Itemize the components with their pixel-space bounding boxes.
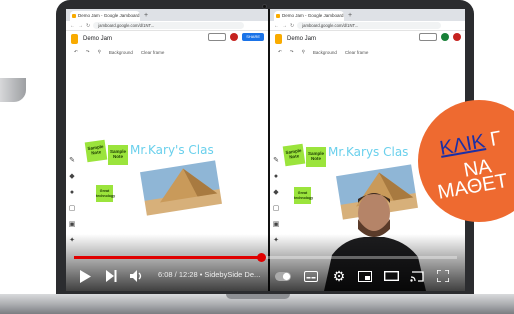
pyramid-image[interactable] — [138, 159, 224, 217]
volume-icon — [130, 270, 142, 282]
badge-line-1: ΚΛΙΚ Γ — [438, 127, 503, 160]
undo-icon[interactable]: ↶ — [278, 49, 282, 55]
address-bar-row: ← → ↻ jamboard.google.com/d/1NT... — [66, 21, 268, 31]
avatar[interactable] — [230, 33, 239, 41]
reload-icon[interactable]: ↻ — [86, 23, 90, 29]
eraser-icon[interactable]: ◆ — [69, 173, 74, 180]
play-button[interactable] — [76, 265, 94, 287]
sticky-note[interactable]: Great technology — [96, 185, 115, 202]
header-actions — [419, 33, 461, 41]
theater-button[interactable] — [382, 265, 400, 287]
volume-button[interactable] — [128, 265, 146, 287]
miniplayer-button[interactable] — [356, 265, 374, 287]
subtitles-icon — [304, 270, 318, 282]
new-tab-icon[interactable]: + — [144, 11, 148, 21]
next-button[interactable] — [102, 265, 120, 287]
redo-icon[interactable]: ↷ — [86, 49, 90, 55]
sticky-note[interactable]: Sample Note — [282, 143, 306, 167]
new-tab-icon[interactable]: + — [348, 11, 352, 21]
play-icon — [80, 269, 91, 283]
jamboard-header: Demo Jam SHARE — [66, 31, 268, 47]
tab-bar: Demo Jam - Google Jamboard + — [270, 9, 465, 21]
browser-tab[interactable]: Demo Jam - Google Jamboard — [70, 11, 140, 21]
select-icon[interactable]: ● — [70, 189, 74, 196]
settings-icon: ⚙ — [332, 267, 346, 284]
laptop-edge-left — [0, 78, 26, 102]
redo-icon[interactable]: ↷ — [290, 49, 294, 55]
handwritten-title: Mr.Karys Clas — [328, 145, 409, 159]
background-button[interactable]: Background — [109, 50, 133, 55]
forward-icon[interactable]: → — [78, 23, 83, 29]
theater-icon — [383, 271, 399, 281]
image-icon[interactable]: ▣ — [273, 221, 280, 228]
browser-tab[interactable]: Demo Jam - Google Jamboard — [274, 11, 344, 21]
sticky-note-icon[interactable]: ▢ — [69, 205, 76, 212]
settings-button[interactable]: ⚙ — [330, 265, 348, 287]
sticky-note[interactable]: Great technology — [294, 187, 313, 204]
progress-played — [74, 256, 262, 259]
cast-icon — [410, 270, 424, 282]
next-icon — [106, 270, 117, 282]
undo-icon[interactable]: ↶ — [74, 49, 78, 55]
autoplay-toggle[interactable] — [274, 265, 292, 287]
background-button[interactable]: Background — [313, 50, 337, 55]
cast-button[interactable] — [408, 265, 426, 287]
tool-rail: ✎ ● ◆ ▢ ▣ ✦ — [272, 157, 280, 244]
frame-indicator[interactable] — [208, 33, 227, 41]
sticky-note-icon[interactable]: ▢ — [273, 205, 280, 212]
frame-indicator[interactable] — [419, 33, 437, 41]
badge-link[interactable]: ΚΛΙΚ — [438, 130, 487, 160]
reload-icon[interactable]: ↻ — [290, 23, 294, 29]
pen-icon[interactable]: ✎ — [273, 157, 279, 164]
tab-title: Demo Jam - Google Jamboard — [78, 13, 140, 18]
header-actions: SHARE — [208, 33, 264, 41]
jamboard-logo-icon — [275, 34, 282, 44]
select-icon[interactable]: ◆ — [273, 189, 278, 196]
back-icon[interactable]: ← — [70, 23, 75, 29]
jamboard-header: Demo Jam — [270, 31, 465, 47]
image-icon[interactable]: ▣ — [69, 221, 76, 228]
jamboard-favicon-icon — [276, 14, 280, 18]
tab-title: Demo Jam - Google Jamboard — [282, 13, 344, 18]
player-controls: 6:08 / 12:28 • SidebySide De... ⚙ — [66, 265, 465, 287]
forward-icon[interactable]: → — [282, 23, 287, 29]
fullscreen-button[interactable] — [434, 265, 452, 287]
stage: Demo Jam - Google Jamboard + ← → ↻ jambo… — [0, 0, 514, 314]
jamboard-logo-icon — [71, 34, 78, 44]
clear-frame-button[interactable]: Clear frame — [141, 50, 165, 55]
sticky-note[interactable]: Sample Note — [84, 139, 108, 163]
avatar[interactable] — [453, 33, 461, 41]
avatar[interactable] — [441, 33, 449, 41]
time-display: 6:08 / 12:28 • SidebySide De... — [158, 270, 261, 279]
jamboard-toolbar: ↶ ↷ ⚲ Background Clear frame — [66, 47, 268, 57]
handwritten-title: Mr.Kary's Clas — [130, 143, 214, 157]
miniplayer-icon — [358, 270, 372, 282]
laptop-notch — [226, 294, 290, 299]
jamboard-toolbar: ↶ ↷ ⚲ Background Clear frame — [270, 47, 465, 57]
jamboard-favicon-icon — [72, 14, 76, 18]
zoom-icon[interactable]: ⚲ — [302, 49, 305, 55]
clear-frame-button[interactable]: Clear frame — [345, 50, 369, 55]
sticky-note[interactable]: Sample Note — [108, 145, 128, 165]
share-button[interactable]: SHARE — [242, 33, 264, 41]
pause-toggle-icon — [275, 271, 291, 281]
address-bar-row: ← → ↻ jamboard.google.com/d/1NT... — [270, 21, 465, 31]
address-bar[interactable]: jamboard.google.com/d/1NT... — [93, 22, 244, 29]
doc-title[interactable]: Demo Jam — [287, 36, 316, 42]
badge-line-1-rest: Γ — [482, 127, 504, 152]
fullscreen-icon — [437, 270, 449, 282]
pen-icon[interactable]: ✎ — [69, 157, 75, 164]
video-screen[interactable]: Demo Jam - Google Jamboard + ← → ↻ jambo… — [66, 9, 465, 291]
eraser-icon[interactable]: ● — [274, 173, 278, 180]
tab-bar: Demo Jam - Google Jamboard + — [66, 9, 268, 21]
address-bar[interactable]: jamboard.google.com/d/1NT... — [297, 22, 441, 29]
tool-rail: ✎ ◆ ● ▢ ▣ ✦ — [68, 157, 76, 244]
back-icon[interactable]: ← — [274, 23, 279, 29]
zoom-icon[interactable]: ⚲ — [98, 49, 101, 55]
subtitles-button[interactable] — [302, 265, 320, 287]
badge-line-3: ΜΑΘΕΤ — [436, 169, 510, 204]
doc-title[interactable]: Demo Jam — [83, 36, 112, 42]
